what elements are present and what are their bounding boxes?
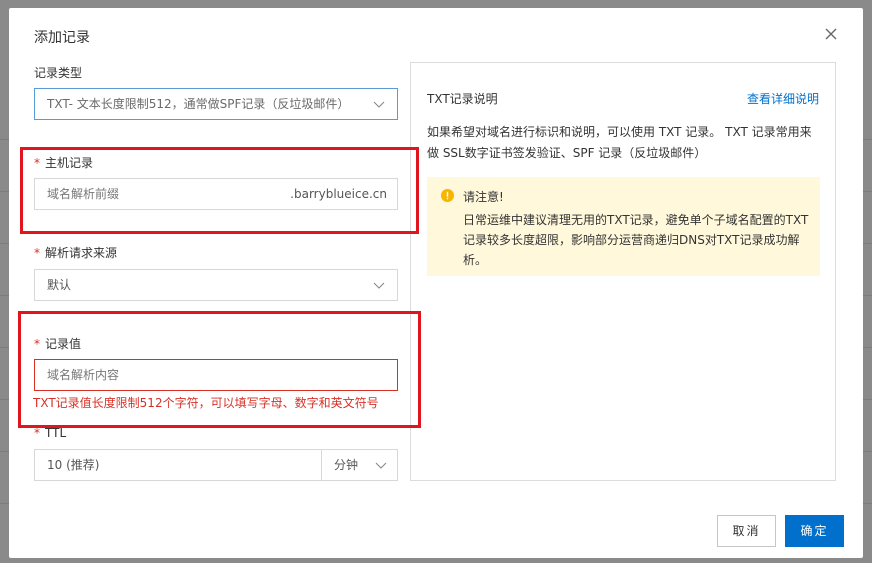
add-record-dialog: 添加记录 记录类型 TXT- 文本长度限制512，通常做SPF记录（反垃圾邮件）… [9, 8, 863, 558]
ttl-unit-value: 分钟 [334, 458, 359, 472]
source-label-text: 解析请求来源 [45, 246, 118, 260]
required-mark: * [34, 246, 40, 260]
record-type-select[interactable]: TXT- 文本长度限制512，通常做SPF记录（反垃圾邮件） [34, 88, 398, 120]
ttl-input[interactable]: 10 (推荐) [34, 449, 322, 481]
warning-icon [441, 189, 454, 202]
annotation-box-host [20, 147, 419, 234]
annotation-box-record-value [18, 311, 421, 428]
ttl-label: * TTL [34, 426, 66, 440]
ttl-value: 10 (推荐) [47, 458, 100, 472]
source-select[interactable]: 默认 [34, 269, 398, 301]
source-value: 默认 [47, 278, 72, 292]
notice-box: 请注意! 日常运维中建议清理无用的TXT记录，避免单个子域名配置的TXT记录较多… [427, 177, 820, 276]
chevron-down-icon [373, 282, 385, 289]
help-panel-title: TXT记录说明 [427, 92, 498, 106]
txt-help-panel: TXT记录说明 查看详细说明 如果希望对域名进行标识和说明，可以使用 TXT 记… [410, 62, 836, 481]
ttl-unit-select[interactable]: 分钟 [321, 449, 398, 481]
record-type-label: 记录类型 [34, 66, 83, 80]
view-details-link[interactable]: 查看详细说明 [747, 90, 819, 107]
cancel-button[interactable]: 取消 [717, 515, 776, 547]
notice-body: 日常运维中建议清理无用的TXT记录，避免单个子域名配置的TXT记录较多长度超限，… [463, 213, 809, 267]
chevron-down-icon [375, 462, 387, 469]
required-mark: * [34, 426, 40, 440]
source-label: * 解析请求来源 [34, 244, 117, 261]
help-panel-description: 如果希望对域名进行标识和说明，可以使用 TXT 记录。 TXT 记录常用来做 S… [427, 125, 812, 160]
dialog-title: 添加记录 [34, 30, 90, 46]
close-icon[interactable] [822, 25, 840, 43]
record-type-value: TXT- 文本长度限制512，通常做SPF记录（反垃圾邮件） [47, 97, 350, 111]
confirm-button[interactable]: 确定 [785, 515, 844, 547]
chevron-down-icon [373, 101, 385, 108]
ttl-label-text: TTL [45, 426, 67, 440]
notice-title: 请注意! [463, 190, 504, 204]
